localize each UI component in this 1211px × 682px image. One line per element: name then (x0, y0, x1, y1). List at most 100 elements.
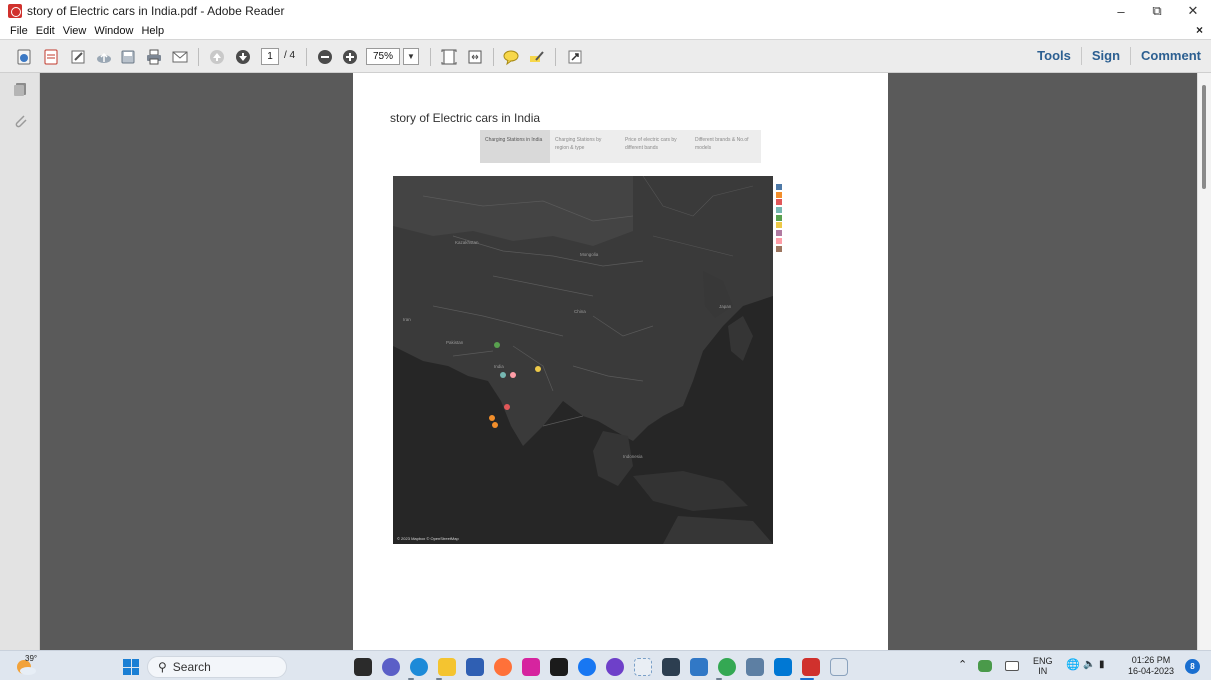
create-pdf-icon[interactable] (14, 47, 34, 67)
photos-icon[interactable] (690, 658, 708, 676)
menu-edit[interactable]: Edit (36, 25, 55, 37)
charging-station-point[interactable] (492, 422, 498, 428)
menu-view[interactable]: View (63, 25, 87, 37)
toolbar-separator (198, 48, 199, 66)
snipping-icon[interactable] (634, 658, 652, 676)
edit-pdf-icon[interactable] (68, 47, 88, 67)
map-basemap (393, 176, 773, 544)
start-button[interactable] (123, 659, 139, 675)
page-number-input[interactable]: 1 (261, 48, 279, 65)
toolbar-separator (306, 48, 307, 66)
weather-temperature: 39° (25, 654, 38, 663)
charging-station-point[interactable] (504, 404, 510, 410)
fit-page-icon[interactable] (439, 47, 459, 67)
tools-button[interactable]: Tools (1027, 47, 1081, 65)
charging-stations-map[interactable]: Kazakhstan Mongolia China Iran Pakistan … (393, 176, 773, 544)
toolbar-separator (430, 48, 431, 66)
map-label-iran: Iran (403, 317, 411, 322)
legend-swatch (776, 222, 782, 229)
menu-window[interactable]: Window (94, 25, 133, 37)
expand-icon[interactable] (565, 47, 585, 67)
menu-help[interactable]: Help (141, 25, 164, 37)
volume-icon[interactable]: 🔈 (1083, 660, 1095, 670)
menu-bar: File Edit View Window Help × (0, 22, 1211, 39)
edge-icon[interactable] (410, 658, 428, 676)
adobe-reader-taskbar-icon[interactable] (802, 658, 820, 676)
store-icon[interactable] (466, 658, 484, 676)
github-icon[interactable] (606, 658, 624, 676)
charging-station-point[interactable] (489, 415, 495, 421)
page-thumbnails-icon[interactable] (13, 81, 29, 97)
task-view-icon[interactable] (354, 658, 372, 676)
language-code: ENG (1033, 656, 1053, 666)
minimize-button[interactable]: – (1103, 0, 1139, 22)
notification-badge[interactable]: 8 (1185, 659, 1200, 674)
instagram-icon[interactable] (522, 658, 540, 676)
sign-button[interactable]: Sign (1080, 47, 1130, 65)
chat-icon[interactable] (382, 658, 400, 676)
facebook-icon[interactable] (578, 658, 596, 676)
close-document-icon[interactable]: × (1196, 23, 1203, 37)
app-icon[interactable] (662, 658, 680, 676)
vscode-icon[interactable] (774, 658, 792, 676)
story-tab-price-bands[interactable]: Price of electric cars by different band… (620, 130, 690, 163)
firefox-icon[interactable] (494, 658, 512, 676)
charging-station-point[interactable] (500, 372, 506, 378)
map-label-mongolia: Mongolia (580, 252, 599, 257)
legend-swatch (776, 230, 782, 237)
tray-app-icon[interactable] (978, 660, 992, 672)
fit-width-icon[interactable] (465, 47, 485, 67)
vertical-scrollbar[interactable] (1197, 73, 1211, 650)
zoom-out-icon[interactable] (315, 47, 335, 67)
save-icon[interactable] (118, 47, 138, 67)
highlight-icon[interactable] (527, 47, 547, 67)
story-tab-brands-models[interactable]: Different brands & No.of models (690, 130, 760, 163)
legend-swatch (776, 184, 782, 190)
comment-icon[interactable] (501, 47, 521, 67)
zoom-level-input[interactable]: 75% (366, 48, 400, 65)
scrollbar-thumb[interactable] (1202, 85, 1206, 189)
notepad-icon[interactable] (746, 658, 764, 676)
network-icon[interactable]: 🌐 (1066, 660, 1080, 671)
print-icon[interactable] (144, 47, 164, 67)
menu-file[interactable]: File (10, 25, 28, 37)
charging-station-point[interactable] (535, 366, 541, 372)
comment-button[interactable]: Comment (1130, 47, 1211, 65)
search-icon: ⚲ (158, 660, 167, 674)
snip-tool-icon[interactable] (830, 658, 848, 676)
restore-button[interactable]: ⧉ (1139, 0, 1175, 22)
export-pdf-icon[interactable] (41, 47, 61, 67)
email-icon[interactable] (170, 47, 190, 67)
charging-station-point[interactable] (510, 372, 516, 378)
map-label-pakistan: Pakistan (446, 340, 464, 345)
language-indicator[interactable]: ENG IN (1033, 656, 1053, 676)
map-label-indonesia: Indonesia (623, 454, 643, 459)
next-page-icon[interactable] (233, 47, 253, 67)
windows-taskbar: 39° ⚲ Search ⌃ ENG IN 🌐 🔈 ▮ 01:26 PM 16-… (0, 650, 1211, 680)
document-viewport[interactable]: story of Electric cars in India Charging… (40, 73, 1197, 650)
document-title: story of Electric cars in India (390, 111, 541, 125)
zoom-dropdown-icon[interactable]: ▼ (403, 48, 419, 65)
map-attribution: © 2023 Mapbox © OpenStreetMap (397, 536, 459, 541)
attachments-icon[interactable] (13, 113, 29, 129)
system-clock[interactable]: 01:26 PM 16-04-2023 (1128, 655, 1174, 677)
file-explorer-icon[interactable] (438, 658, 456, 676)
tray-overflow-icon[interactable]: ⌃ (958, 660, 967, 671)
story-tab-charging-stations[interactable]: Charging Stations in India (480, 130, 550, 163)
toolbar-separator (555, 48, 556, 66)
keyboard-icon[interactable] (1005, 661, 1019, 671)
vivaldi-icon[interactable] (550, 658, 568, 676)
charging-station-point[interactable] (494, 342, 500, 348)
cloud-upload-icon[interactable] (94, 47, 114, 67)
close-button[interactable]: ✕ (1175, 0, 1211, 22)
zoom-in-icon[interactable] (340, 47, 360, 67)
chrome-icon[interactable] (718, 658, 736, 676)
window-controls: – ⧉ ✕ (1103, 0, 1211, 22)
previous-page-icon[interactable] (207, 47, 227, 67)
clock-time: 01:26 PM (1131, 655, 1171, 665)
pdf-page: story of Electric cars in India Charging… (353, 73, 888, 650)
story-tab-region-type[interactable]: Charging Stations by region & type (550, 130, 620, 163)
taskbar-search-box[interactable]: ⚲ Search (147, 656, 287, 678)
battery-icon[interactable]: ▮ (1099, 660, 1105, 670)
map-label-india: India (494, 364, 504, 369)
